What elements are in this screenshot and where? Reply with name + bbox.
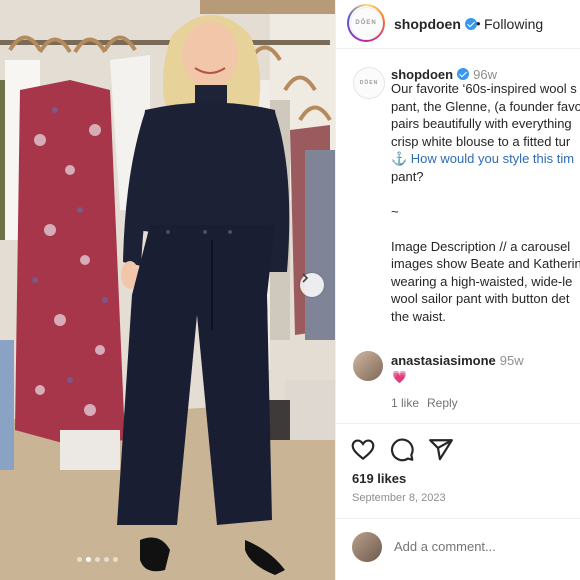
caption-line — [391, 185, 580, 203]
add-comment-bar — [336, 518, 580, 580]
comment-icon[interactable] — [389, 437, 415, 463]
carousel-dot — [113, 557, 118, 562]
commenter-username[interactable]: anastasiasimone — [391, 353, 496, 368]
caption-line: crisp white blouse to a fitted tur — [391, 133, 571, 149]
caption-line: wearing a high-waisted, wide-le — [391, 273, 573, 289]
post-actions: 619 likes September 8, 2023 — [336, 423, 580, 580]
username-text[interactable]: shopdoen — [394, 16, 461, 32]
caption-line: pant, the Glenne, (a founder favo — [391, 98, 580, 114]
next-image-button[interactable] — [300, 273, 324, 297]
caption-line: images show Beate and Katherin — [391, 256, 580, 271]
verified-badge-icon — [457, 68, 470, 80]
following-button[interactable]: Following — [484, 16, 543, 32]
caption-avatar[interactable]: DÔEN — [353, 67, 385, 99]
carousel-dot — [95, 557, 100, 562]
caption-line — [391, 220, 580, 238]
carousel-dot — [77, 557, 82, 562]
instagram-post: DÔEN shopdoen • Following DÔEN shopdoen 9… — [0, 0, 580, 580]
post-side-panel: DÔEN shopdoen • Following DÔEN shopdoen 9… — [335, 0, 580, 580]
comment-timestamp: 95w — [499, 353, 524, 368]
comment-header: anastasiasimone 95w — [391, 353, 524, 368]
comment-input[interactable] — [394, 539, 564, 554]
carousel-indicators — [77, 557, 118, 562]
comment-text: 💗 — [392, 370, 407, 384]
current-user-avatar — [352, 532, 382, 562]
header-separator: • — [476, 16, 481, 31]
photo-illustration — [0, 0, 335, 580]
post-header: DÔEN shopdoen • Following — [336, 0, 580, 49]
likes-count[interactable]: 619 likes — [352, 471, 406, 486]
share-icon[interactable] — [428, 437, 454, 463]
caption-text: Our favorite ‘60s-inspired wool s pant, … — [391, 80, 580, 325]
post-date: September 8, 2023 — [352, 492, 446, 504]
caption-line: ⚓ How would you style this tim — [391, 151, 575, 166]
reply-button[interactable]: Reply — [427, 396, 458, 410]
heart-icon[interactable] — [350, 437, 376, 463]
caption-line: pairs beautifully with everything — [391, 116, 572, 131]
caption-line: wool sailor pant with button det — [391, 291, 570, 306]
chevron-right-icon — [302, 273, 309, 283]
carousel-dot — [104, 557, 109, 562]
account-avatar[interactable]: DÔEN — [347, 4, 385, 42]
comment-item: anastasiasimone 95w 💗 1 like Reply — [336, 350, 580, 420]
commenter-avatar[interactable] — [353, 351, 383, 381]
post-photo[interactable] — [0, 0, 335, 580]
brand-logo: DÔEN — [349, 6, 383, 40]
carousel-dot-active — [86, 557, 91, 562]
caption-line: Image Description // a carousel — [391, 238, 571, 254]
comment-likes[interactable]: 1 like — [391, 396, 419, 410]
caption-line: Our favorite ‘60s-inspired wool s — [391, 81, 577, 96]
caption-line: pant? — [391, 168, 424, 184]
header-username[interactable]: shopdoen — [394, 16, 477, 32]
caption-line: ~ — [391, 203, 399, 219]
caption-line: the waist. — [391, 308, 446, 324]
